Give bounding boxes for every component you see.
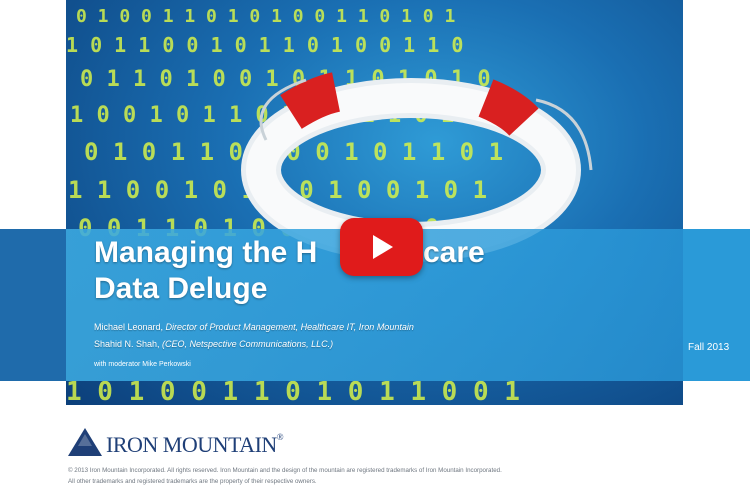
logo-name: IRON MOUNTAIN <box>106 432 277 457</box>
legal-line-2: All other trademarks and registered trad… <box>68 478 317 485</box>
title-part: Managing the H <box>94 236 318 269</box>
moderator-line: with moderator Mike Perkowski <box>94 361 191 368</box>
play-button[interactable] <box>340 218 423 276</box>
presenter-2-name: Shahid N. Shah, <box>94 339 163 349</box>
iron-mountain-logo-text: IRON MOUNTAIN® <box>106 432 284 458</box>
slide-date: Fall 2013 <box>688 342 730 353</box>
left-side-band <box>0 229 66 381</box>
presenter-1-name: Michael Leonard, <box>94 322 166 332</box>
presenter-1: Michael Leonard, Director of Product Man… <box>94 322 414 332</box>
right-side-band <box>683 229 750 381</box>
slide-title-line2: Data Deluge <box>94 272 268 305</box>
play-icon <box>373 235 393 259</box>
presenter-2-role: (CEO, Netspective Communications, LLC.) <box>162 339 334 349</box>
registered-mark: ® <box>276 432 284 442</box>
presenter-2: Shahid N. Shah, (CEO, Netspective Commun… <box>94 339 333 349</box>
slide-title-line1-end: care <box>423 236 485 269</box>
iron-mountain-logo-icon <box>68 428 102 456</box>
legal-line-1: © 2013 Iron Mountain Incorporated. All r… <box>68 467 502 474</box>
presenter-1-role: Director of Product Management, Healthca… <box>165 322 414 332</box>
